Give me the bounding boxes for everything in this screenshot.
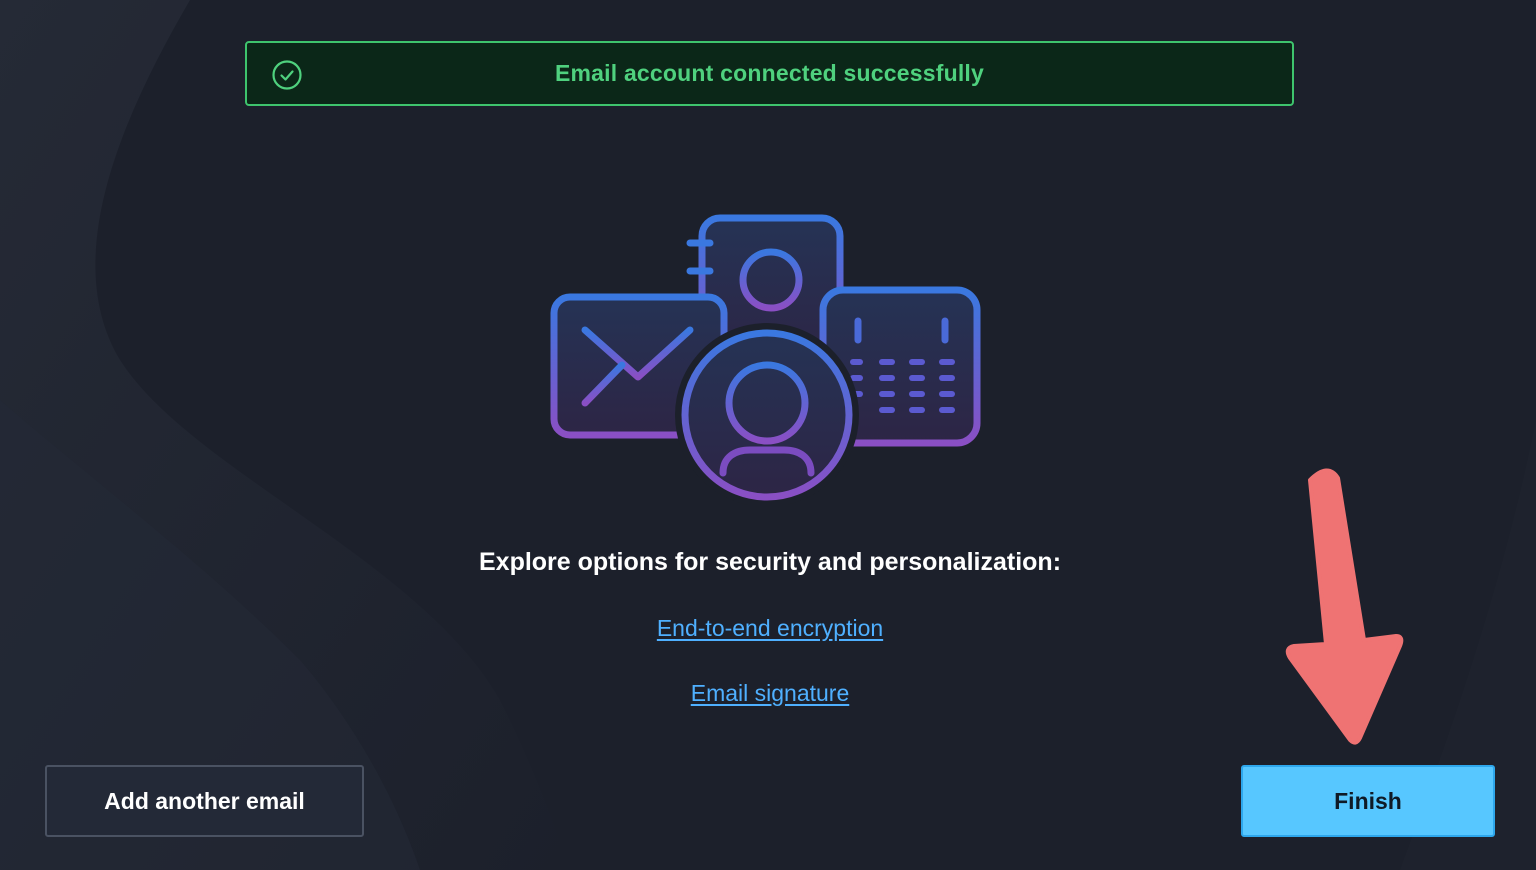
success-banner: Email account connected successfully (245, 41, 1294, 106)
end-to-end-encryption-link[interactable]: End-to-end encryption (657, 615, 883, 641)
features-illustration (550, 214, 981, 505)
success-message: Email account connected successfully (554, 60, 985, 86)
red-arrow-icon (1285, 468, 1404, 745)
check-circle-icon (272, 60, 302, 90)
email-signature-link[interactable]: Email signature (691, 680, 850, 706)
setup-complete-screen: Email account connected successfully Exp… (0, 0, 1536, 870)
finish-button[interactable]: Finish (1241, 765, 1495, 837)
user-avatar-icon (675, 323, 859, 505)
add-another-email-button[interactable]: Add another email (45, 765, 364, 837)
